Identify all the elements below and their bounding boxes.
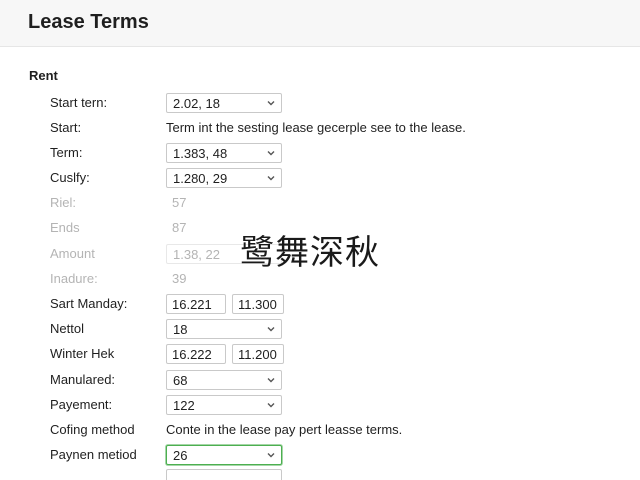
row-riel: Riel: 57: [0, 192, 640, 214]
ends-value: 87: [172, 220, 187, 235]
chevron-down-icon: [267, 403, 275, 408]
nettol-select[interactable]: 18: [166, 319, 282, 339]
inadure-value: 39: [172, 271, 187, 286]
payement-select[interactable]: 122: [166, 395, 282, 415]
label-term: Term:: [50, 145, 83, 160]
label-ends: Ends: [50, 220, 80, 235]
label-sart-manday: Sart Manday:: [50, 296, 128, 311]
row-term: Term: 1.383, 48: [0, 142, 640, 164]
nettol-value: 18: [173, 322, 188, 337]
row-cutoff: [0, 468, 640, 480]
row-paynen-method: Paynen metiod 26: [0, 444, 640, 466]
row-sart-manday: Sart Manday: 16.221 11.300: [0, 293, 640, 315]
label-start: Start:: [50, 120, 82, 135]
label-riel: Riel:: [50, 195, 77, 210]
label-manulared: Manulared:: [50, 372, 116, 387]
row-payement: Payement: 122: [0, 394, 640, 416]
label-nettol: Nettol: [50, 321, 84, 336]
row-cuslfy: Cuslfy: 1.280, 29: [0, 167, 640, 189]
cuslfy-value: 1.280, 29: [173, 171, 228, 186]
row-manulared: Manulared: 68: [0, 369, 640, 391]
cuslfy-select[interactable]: 1.280, 29: [166, 168, 282, 188]
sart-manday-input-a[interactable]: 16.221: [166, 294, 226, 314]
cutoff-select[interactable]: [166, 469, 282, 480]
section-title-rent: Rent: [29, 68, 58, 83]
row-start-term: Start tern: 2.02, 18: [0, 92, 640, 114]
label-payement: Payement:: [50, 397, 113, 412]
manulared-select[interactable]: 68: [166, 370, 282, 390]
amount-value: 1.38, 22: [173, 247, 220, 262]
start-description: Term int the sesting lease gecerple see …: [166, 120, 466, 135]
cofing-method-description: Conte in the lease pay pert leasse terms…: [166, 422, 403, 437]
row-cofing-method: Cofing method Conte in the lease pay per…: [0, 419, 640, 441]
label-start-term: Start tern:: [50, 95, 108, 110]
page-title: Lease Terms: [28, 11, 149, 33]
paynen-method-value: 26: [173, 448, 188, 463]
start-term-select[interactable]: 2.02, 18: [166, 93, 282, 113]
term-value: 1.383, 48: [173, 146, 228, 161]
start-term-value: 2.02, 18: [173, 96, 220, 111]
label-cuslfy: Cuslfy:: [50, 170, 90, 185]
row-nettol: Nettol 18: [0, 318, 640, 340]
winter-hek-input-b[interactable]: 11.200: [232, 344, 284, 364]
header-bar: Lease Terms: [0, 0, 640, 47]
row-start: Start: Term int the sesting lease gecerp…: [0, 117, 640, 139]
chevron-down-icon: [267, 101, 275, 106]
chevron-down-icon: [267, 378, 275, 383]
riel-value: 57: [172, 195, 187, 210]
manulared-value: 68: [173, 373, 188, 388]
label-amount: Amount: [50, 246, 95, 261]
label-cofing-method: Cofing method: [50, 422, 135, 437]
label-inadure: Inadure:: [50, 271, 98, 286]
chevron-down-icon: [267, 453, 275, 458]
payement-value: 122: [173, 398, 195, 413]
paynen-method-select[interactable]: 26: [166, 445, 282, 465]
watermark-text: 鹭舞深秋: [240, 233, 380, 273]
label-paynen-method: Paynen metiod: [50, 447, 137, 462]
row-winter-hek: Winter Hek 16.222 11.200: [0, 343, 640, 365]
chevron-down-icon: [267, 327, 275, 332]
term-select[interactable]: 1.383, 48: [166, 143, 282, 163]
chevron-down-icon: [267, 176, 275, 181]
label-winter-hek: Winter Hek: [50, 346, 115, 361]
winter-hek-input-a[interactable]: 16.222: [166, 344, 226, 364]
chevron-down-icon: [267, 151, 275, 156]
sart-manday-input-b[interactable]: 11.300: [232, 294, 284, 314]
